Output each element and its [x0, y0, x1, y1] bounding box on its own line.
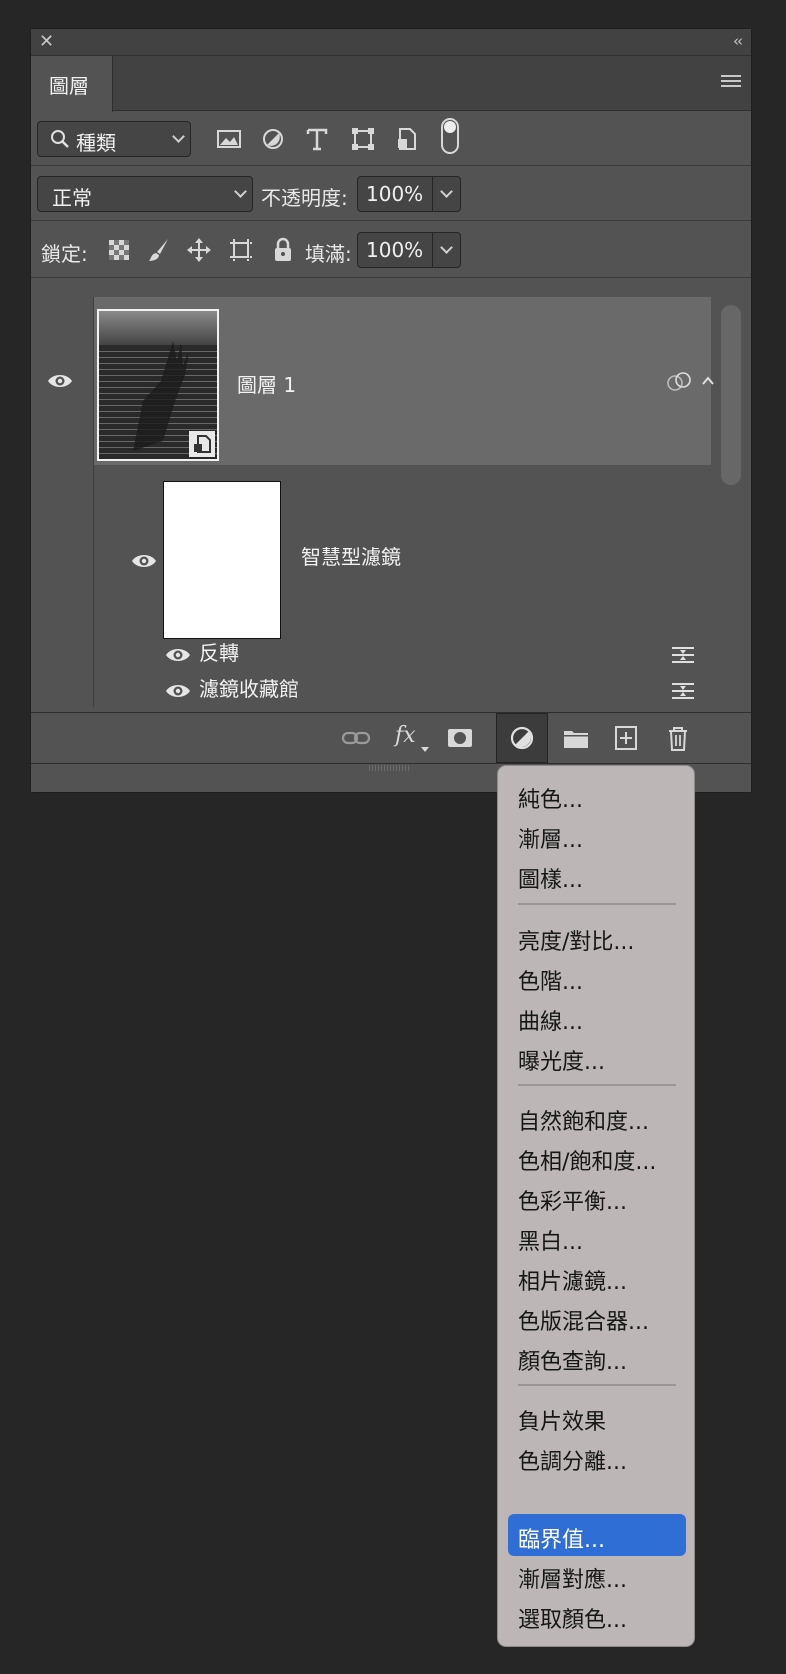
panel-titlebar: ✕ ‹‹ — [31, 29, 751, 56]
filter-blending-options-icon[interactable] — [671, 681, 695, 701]
new-layer-icon[interactable] — [611, 723, 641, 753]
adjustment-layer-filter-icon[interactable] — [259, 125, 287, 153]
filter-item-filter-gallery[interactable]: 濾鏡收藏館 — [199, 673, 299, 702]
lock-all-icon[interactable] — [269, 236, 297, 264]
lock-position-icon[interactable] — [185, 236, 213, 264]
fx-dropdown-triangle-icon — [421, 747, 429, 752]
adjustment-layer-icon — [510, 726, 534, 750]
tab-bar: 圖層 — [31, 56, 751, 112]
filter-item-invert[interactable]: 反轉 — [199, 637, 239, 666]
visibility-eye-icon[interactable] — [47, 373, 73, 389]
smart-filter-indicator-icon — [667, 372, 691, 391]
add-mask-icon[interactable] — [445, 723, 475, 753]
pixel-layer-filter-icon[interactable] — [215, 125, 243, 153]
menu-separator — [518, 1384, 676, 1386]
menu-item[interactable]: 色調分離... — [518, 1444, 627, 1476]
visibility-eye-icon[interactable] — [165, 683, 191, 699]
menu-item-threshold[interactable]: 臨界值... — [518, 1522, 605, 1554]
filter-toggle[interactable] — [441, 118, 459, 154]
fill-field[interactable]: 100% — [357, 232, 461, 268]
chevron-down-icon — [440, 241, 453, 254]
collapse-icon[interactable]: ‹‹ — [733, 32, 743, 50]
panel-menu-icon[interactable] — [721, 75, 741, 89]
visibility-eye-icon[interactable] — [165, 647, 191, 663]
menu-item[interactable]: 色版混合器... — [518, 1304, 649, 1336]
menu-item[interactable]: 選取顏色... — [518, 1602, 627, 1634]
menu-item[interactable]: 色階... — [518, 964, 583, 996]
layer-style-fx-button[interactable]: fx — [395, 723, 416, 748]
layers-panel: ✕ ‹‹ 圖層 種類 正常 不透明度: 100% 鎖定: 填滿: 100% 圖層… — [30, 28, 752, 793]
menu-item[interactable]: 曲線... — [518, 1004, 583, 1036]
menu-item[interactable]: 黑白... — [518, 1224, 583, 1256]
smart-filter-mask-thumbnail[interactable] — [163, 481, 281, 639]
menu-item[interactable]: 曝光度... — [518, 1044, 605, 1076]
opacity-field[interactable]: 100% — [357, 176, 461, 212]
smart-filters-label: 智慧型濾鏡 — [301, 545, 401, 569]
adjustment-layer-menu: 純色... 漸層... 圖樣... 亮度/對比... 色階... 曲線... 曝… — [497, 765, 695, 1647]
filter-blending-options-icon[interactable] — [671, 645, 695, 665]
lock-row: 鎖定: 填滿: 100% — [31, 222, 751, 278]
smart-object-badge-icon — [189, 431, 215, 457]
menu-item[interactable]: 自然飽和度... — [518, 1104, 649, 1136]
tab-layers[interactable]: 圖層 — [31, 56, 113, 112]
delete-layer-trash-icon[interactable] — [663, 723, 693, 753]
menu-item[interactable]: 亮度/對比... — [518, 924, 634, 956]
shape-layer-filter-icon[interactable] — [349, 125, 377, 153]
lock-transparent-pixels-icon[interactable] — [105, 236, 133, 264]
lock-artboard-icon[interactable] — [227, 236, 255, 264]
menu-item[interactable]: 顏色查詢... — [518, 1344, 627, 1376]
menu-item[interactable]: 色彩平衡... — [518, 1184, 627, 1216]
new-adjustment-layer-button[interactable] — [496, 713, 548, 763]
menu-item[interactable]: 漸層... — [518, 822, 583, 854]
new-group-folder-icon[interactable] — [561, 723, 591, 753]
chevron-down-icon — [440, 185, 453, 198]
layer-thumbnail[interactable] — [97, 309, 219, 461]
scrollbar-thumb[interactable] — [721, 305, 741, 485]
chevron-up-icon[interactable] — [701, 375, 715, 387]
filter-row: 種類 — [31, 112, 751, 166]
menu-item[interactable]: 漸層對應... — [518, 1562, 627, 1594]
menu-item[interactable]: 圖樣... — [518, 862, 583, 894]
visibility-eye-icon[interactable] — [131, 553, 157, 569]
link-layers-icon[interactable] — [341, 723, 371, 753]
blend-row: 正常 不透明度: 100% — [31, 167, 751, 221]
blend-mode-select[interactable]: 正常 — [37, 176, 253, 212]
menu-separator — [518, 1084, 676, 1086]
smart-object-filter-icon[interactable] — [393, 125, 421, 153]
layer-indent-divider — [93, 297, 94, 707]
resize-grip-icon[interactable] — [369, 765, 409, 771]
panel-bottom-bar: fx — [31, 712, 751, 764]
kind-filter-select[interactable]: 種類 — [37, 121, 191, 157]
menu-item[interactable]: 負片效果 — [518, 1404, 606, 1436]
chevron-down-icon — [234, 185, 247, 198]
chevron-down-icon — [172, 130, 185, 143]
lock-image-pixels-icon[interactable] — [145, 236, 173, 264]
search-icon — [51, 130, 69, 148]
type-layer-filter-icon[interactable] — [303, 125, 331, 153]
menu-item[interactable]: 相片濾鏡... — [518, 1264, 627, 1296]
menu-separator — [518, 903, 676, 905]
menu-item[interactable]: 純色... — [518, 782, 583, 814]
close-icon[interactable]: ✕ — [39, 31, 54, 52]
layer-list: 圖層 1 智慧型濾鏡 反轉 濾鏡收藏館 — [31, 297, 751, 707]
menu-item[interactable]: 色相/飽和度... — [518, 1144, 656, 1176]
